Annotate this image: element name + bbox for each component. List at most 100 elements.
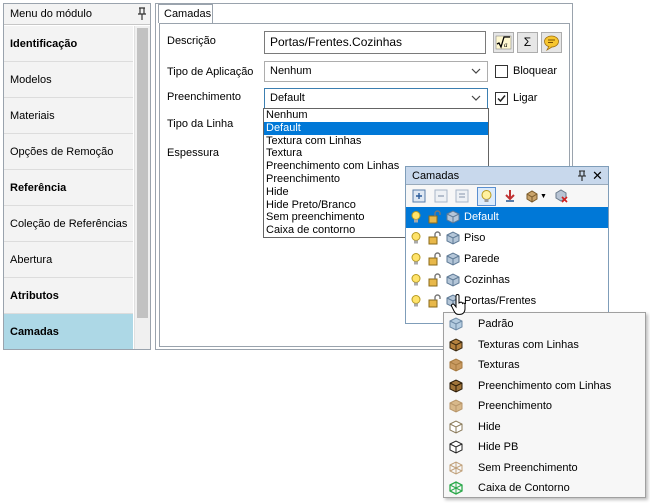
bloquear-checkbox[interactable]: [495, 65, 508, 78]
cube-wireframe-icon: [448, 460, 464, 476]
menu-item-preenchimento-com-linhas[interactable]: Preenchimento com Linhas: [444, 376, 645, 396]
unlocked-icon[interactable]: [428, 210, 442, 224]
properties-icon[interactable]: [455, 189, 469, 203]
download-icon[interactable]: [503, 189, 517, 203]
cube-white-outline-icon: [448, 419, 464, 435]
menu-item-caixa-de-contorno[interactable]: Caixa de Contorno: [444, 478, 645, 498]
layer-row-portas-frentes[interactable]: Portas/Frentes: [406, 291, 608, 312]
module-item-abertura[interactable]: Abertura: [4, 242, 133, 278]
preenchimento-select[interactable]: Default: [264, 88, 488, 109]
unlocked-icon[interactable]: [428, 231, 442, 245]
tipo-linha-label: Tipo da Linha: [167, 118, 234, 130]
menu-item-texturas-com-linhas[interactable]: Texturas com Linhas: [444, 335, 645, 355]
cube-green-wireframe-icon: [448, 480, 464, 496]
menu-item-hide[interactable]: Hide: [444, 417, 645, 437]
tipo-aplicacao-label: Tipo de Aplicação: [167, 66, 254, 78]
layers-panel-title: Camadas: [412, 170, 460, 182]
module-item-referencia[interactable]: Referência: [4, 170, 133, 206]
espessura-label: Espessura: [167, 147, 219, 159]
remove-layer-icon[interactable]: [434, 189, 448, 203]
cube-black-outline-icon: [448, 439, 464, 455]
bloquear-label: Bloquear: [513, 65, 558, 77]
module-menu-panel: Menu do módulo Identificação Modelos Mat…: [3, 3, 151, 350]
preenchimento-label: Preenchimento: [167, 91, 241, 103]
close-icon[interactable]: ✕: [592, 168, 603, 184]
module-item-opcoes-remocao[interactable]: Opções de Remoção: [4, 134, 133, 170]
menu-item-padrao[interactable]: Padrão: [444, 314, 645, 334]
add-layer-icon[interactable]: [412, 189, 426, 203]
dropdown-option[interactable]: Nenhum: [264, 109, 488, 122]
dropdown-option[interactable]: Textura: [264, 147, 488, 160]
module-item-camadas[interactable]: Camadas: [4, 314, 133, 349]
sqrt-button[interactable]: a: [493, 32, 514, 53]
cube-beige-icon: [448, 398, 464, 414]
chevron-down-icon: [471, 95, 481, 102]
module-item-identificacao[interactable]: Identificação: [4, 26, 133, 62]
svg-text:a: a: [504, 41, 508, 49]
cube-icon[interactable]: [446, 273, 460, 287]
lightbulb-icon[interactable]: [410, 273, 422, 287]
cube-icon[interactable]: [446, 210, 460, 224]
hand-cursor-icon: [450, 294, 468, 316]
layer-list: Default Piso Parede Cozinhas Portas/Fren…: [406, 207, 608, 312]
module-item-colecao-referencias[interactable]: Coleção de Referências: [4, 206, 133, 242]
scrollbar-thumb[interactable]: [137, 28, 148, 318]
module-menu-scrollbar[interactable]: [134, 26, 150, 349]
module-item-atributos[interactable]: Atributos: [4, 278, 133, 314]
lightbulb-icon[interactable]: [410, 231, 422, 245]
cube-icon[interactable]: [446, 252, 460, 266]
sum-button[interactable]: Σ: [517, 32, 538, 53]
layer-row-cozinhas[interactable]: Cozinhas: [406, 270, 608, 291]
comment-icon: [544, 35, 559, 52]
dropdown-option[interactable]: Textura com Linhas: [264, 135, 488, 148]
unlocked-icon[interactable]: [428, 294, 442, 308]
cube-tan-icon: [448, 357, 464, 373]
menu-item-preenchimento[interactable]: Preenchimento: [444, 396, 645, 416]
pin-icon[interactable]: [136, 7, 148, 21]
box-dropdown-icon[interactable]: [525, 189, 539, 203]
lightbulb-icon[interactable]: [410, 294, 422, 308]
dropdown-option-selected[interactable]: Default: [264, 121, 488, 135]
layer-row-piso[interactable]: Piso: [406, 228, 608, 249]
cube-dark-brown-icon: [448, 378, 464, 394]
module-item-materiais[interactable]: Materiais: [4, 98, 133, 134]
layers-panel: Camadas ✕ ▼ Default Piso Parede Cozinhas…: [405, 166, 609, 324]
pin-icon[interactable]: [577, 170, 587, 182]
menu-item-hide-pb[interactable]: Hide PB: [444, 437, 645, 457]
layer-row-default[interactable]: Default: [406, 207, 608, 228]
layer-row-parede[interactable]: Parede: [406, 249, 608, 270]
delete-layer-icon[interactable]: [554, 189, 568, 203]
tab-camadas[interactable]: Camadas: [158, 4, 213, 23]
cube-brown-lines-icon: [448, 337, 464, 353]
menu-item-sem-preenchimento[interactable]: Sem Preenchimento: [444, 458, 645, 478]
layer-name: Default: [464, 211, 499, 223]
layer-name: Parede: [464, 253, 500, 265]
comment-button[interactable]: [541, 32, 562, 53]
module-menu-list: Identificação Modelos Materiais Opções d…: [4, 26, 133, 349]
unlocked-icon[interactable]: [428, 252, 442, 266]
descricao-field[interactable]: Portas/Frentes.Cozinhas: [264, 31, 486, 54]
tipo-aplicacao-select[interactable]: Nenhum: [264, 61, 488, 82]
fill-style-context-menu: Padrão Texturas com Linhas Texturas Pree…: [443, 312, 646, 498]
small-chevron-down-icon[interactable]: ▼: [540, 193, 547, 200]
layer-name: Portas/Frentes: [464, 295, 537, 307]
module-menu-header: Menu do módulo: [4, 4, 150, 25]
module-menu-title: Menu do módulo: [10, 8, 92, 20]
ligar-checkbox[interactable]: [495, 92, 508, 105]
menu-item-texturas[interactable]: Texturas: [444, 355, 645, 375]
cube-light-blue-icon: [448, 316, 464, 332]
layers-panel-header: Camadas ✕: [406, 167, 608, 185]
chevron-down-icon: [471, 68, 481, 75]
lightbulb-icon[interactable]: [410, 210, 422, 224]
lightbulb-icon: [481, 190, 492, 202]
ligar-label: Ligar: [513, 92, 538, 104]
lightbulb-icon[interactable]: [410, 252, 422, 266]
lightbulb-toggle[interactable]: [477, 187, 496, 206]
layers-toolbar: ▼: [406, 185, 608, 207]
descricao-label: Descrição: [167, 35, 216, 47]
layer-name: Cozinhas: [464, 274, 510, 286]
module-item-modelos[interactable]: Modelos: [4, 62, 133, 98]
checkmark-icon: [497, 95, 506, 103]
cube-icon[interactable]: [446, 231, 460, 245]
unlocked-icon[interactable]: [428, 273, 442, 287]
